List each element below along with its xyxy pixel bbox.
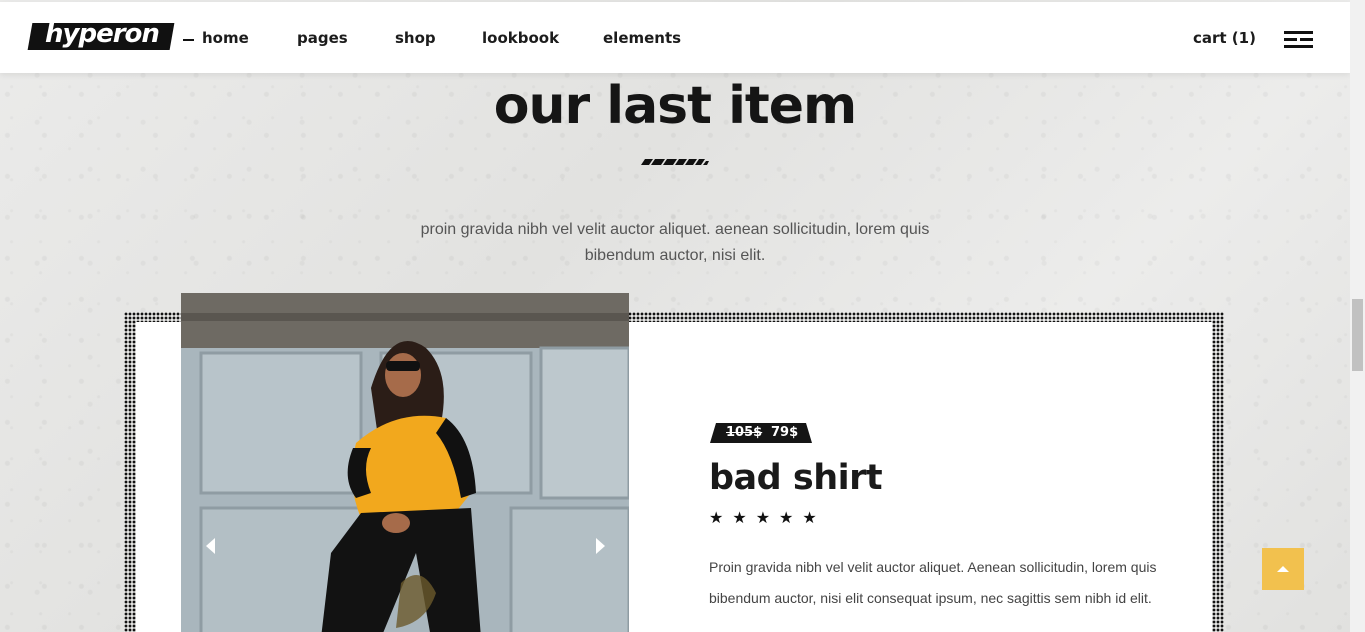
title-underline-mark (641, 159, 709, 165)
section-title: our last item (493, 76, 857, 136)
cart-link[interactable]: cart (1) (1193, 29, 1256, 47)
active-nav-indicator (183, 39, 194, 41)
section-description: proin gravida nibh vel velit auctor aliq… (420, 221, 930, 264)
logo-text[interactable]: hyperon (45, 19, 160, 49)
slider-next-arrow-icon[interactable] (596, 538, 605, 554)
rating-stars: ★★★★★ (709, 508, 826, 527)
scrollbar-thumb[interactable] (1352, 299, 1363, 371)
nav-lookbook[interactable]: lookbook (482, 29, 559, 47)
nav-home[interactable]: home (202, 29, 249, 47)
price-new: 79$ (771, 425, 799, 440)
slider-prev-arrow-icon[interactable] (206, 538, 215, 554)
nav-shop[interactable]: shop (395, 29, 436, 47)
product-photo (181, 293, 629, 632)
product-image[interactable] (181, 293, 629, 632)
product-name[interactable]: bad shirt (709, 458, 883, 498)
price-old: 105$ (726, 425, 763, 440)
nav-pages[interactable]: pages (297, 29, 348, 47)
nav-elements[interactable]: elements (603, 29, 681, 47)
product-description: Proin gravida nibh vel velit auctor aliq… (709, 559, 1157, 606)
arrow-up-icon (1277, 566, 1289, 572)
hamburger-menu-icon[interactable] (1284, 31, 1313, 49)
site-header: hyperon home pages shop lookbook element… (0, 2, 1350, 73)
